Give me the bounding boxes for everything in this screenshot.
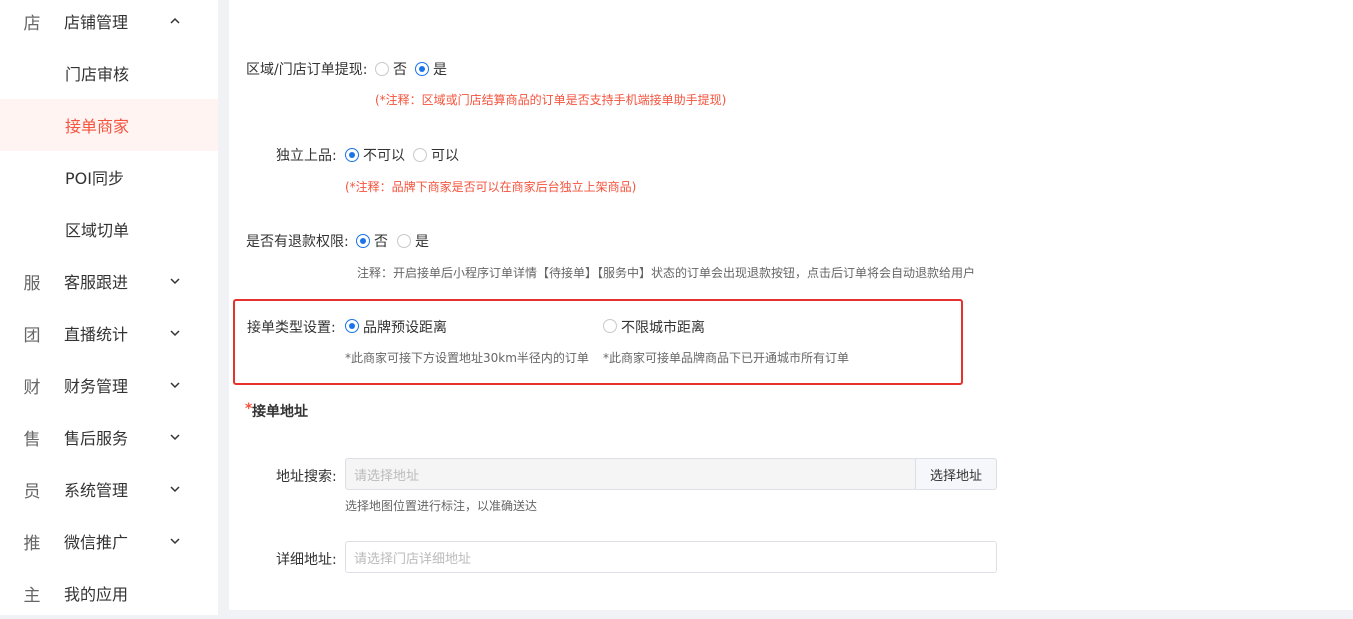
refund-note: 注释：开启接单后小程序订单详情【待接单】【服务中】状态的订单会出现退款按钮，点击…	[357, 266, 976, 280]
sidebar: 店 店铺管理 门店审核 接单商家 POI同步 区域切单 服 客服跟进 团 直播统…	[0, 0, 218, 615]
independent-note: (*注释：品牌下商家是否可以在商家后台独立上架商品)	[345, 180, 637, 194]
independent-option-no[interactable]: 不可以	[363, 145, 405, 165]
menu-label: 售后服务	[64, 429, 129, 448]
submenu-label: 区域切单	[65, 221, 130, 240]
submenu-order-merchant[interactable]: 接单商家	[0, 99, 218, 151]
address-detail-label: 详细地址:	[276, 552, 337, 568]
menu-label: 我的应用	[64, 585, 129, 604]
address-search-label: 地址搜索:	[276, 469, 337, 485]
menu-system[interactable]: 员 系统管理	[0, 463, 218, 515]
chevron-down-icon	[170, 536, 180, 546]
chevron-down-icon	[170, 328, 180, 338]
order-type-note-unlimited: *此商家可接单品牌商品下已开通城市所有订单	[603, 351, 850, 365]
refund-radio-yes[interactable]	[397, 234, 411, 248]
menu-label: 店铺管理	[64, 13, 129, 32]
chevron-down-icon	[170, 484, 180, 494]
independent-label: 独立上品:	[276, 148, 337, 164]
submenu-label: POI同步	[65, 169, 124, 188]
promo-icon: 推	[23, 533, 41, 554]
order-type-note-brand: *此商家可接下方设置地址30km半径内的订单	[345, 351, 589, 365]
apps-icon: 主	[23, 585, 41, 606]
finance-icon: 财	[23, 377, 41, 398]
withdraw-label: 区域/门店订单提现:	[246, 62, 368, 78]
menu-after-sales[interactable]: 售 售后服务	[0, 411, 218, 463]
refund-option-yes[interactable]: 是	[415, 231, 429, 251]
select-address-button[interactable]: 选择地址	[915, 458, 997, 490]
menu-label: 财务管理	[64, 377, 129, 396]
menu-label: 微信推广	[64, 533, 129, 552]
refund-label: 是否有退款权限:	[246, 234, 349, 250]
menu-my-apps[interactable]: 主 我的应用	[0, 567, 218, 619]
order-type-option-brand[interactable]: 品牌预设距离	[363, 317, 447, 337]
chevron-down-icon	[170, 432, 180, 442]
address-search-input[interactable]: 请选择地址	[345, 458, 916, 490]
independent-option-yes[interactable]: 可以	[431, 145, 459, 165]
staff-icon: 员	[23, 481, 41, 502]
chevron-up-icon	[170, 16, 180, 26]
independent-radio-yes[interactable]	[413, 148, 427, 162]
menu-live-stats[interactable]: 团 直播统计	[0, 307, 218, 359]
chevron-down-icon	[170, 276, 180, 286]
menu-customer-service[interactable]: 服 客服跟进	[0, 255, 218, 307]
order-type-option-unlimited[interactable]: 不限城市距离	[621, 317, 705, 337]
menu-label: 直播统计	[64, 325, 129, 344]
address-search-hint: 选择地图位置进行标注，以准确送达	[345, 499, 538, 513]
withdraw-option-no[interactable]: 否	[393, 59, 407, 79]
withdraw-note: (*注释：区域或门店结算商品的订单是否支持手机端接单助手提现)	[375, 93, 727, 107]
menu-label: 客服跟进	[64, 273, 129, 292]
order-type-label: 接单类型设置:	[247, 320, 336, 336]
menu-finance[interactable]: 财 财务管理	[0, 359, 218, 411]
after-sales-icon: 售	[23, 429, 41, 450]
submenu-store-review[interactable]: 门店审核	[0, 47, 218, 99]
withdraw-radio-yes[interactable]	[415, 62, 429, 76]
submenu-label: 接单商家	[65, 117, 130, 136]
menu-store-management[interactable]: 店 店铺管理	[0, 0, 218, 47]
service-icon: 服	[23, 273, 41, 294]
submenu-poi-sync[interactable]: POI同步	[0, 151, 218, 203]
refund-radio-no[interactable]	[356, 234, 370, 248]
chevron-down-icon	[170, 380, 180, 390]
independent-radio-no[interactable]	[345, 148, 359, 162]
submenu-region-switch[interactable]: 区域切单	[0, 203, 218, 255]
withdraw-radio-no[interactable]	[375, 62, 389, 76]
store-icon: 店	[23, 13, 41, 34]
withdraw-option-yes[interactable]: 是	[433, 59, 447, 79]
menu-wechat-promo[interactable]: 推 微信推广	[0, 515, 218, 567]
address-section-title: 接单地址	[252, 404, 308, 420]
order-type-radio-unlimited[interactable]	[603, 319, 617, 333]
menu-label: 系统管理	[64, 481, 129, 500]
highlight-box	[233, 299, 963, 385]
group-icon: 团	[23, 325, 41, 346]
order-type-radio-brand[interactable]	[345, 319, 359, 333]
address-detail-input[interactable]: 请选择门店详细地址	[345, 541, 997, 573]
submenu-label: 门店审核	[65, 65, 130, 84]
refund-option-no[interactable]: 否	[374, 231, 388, 251]
